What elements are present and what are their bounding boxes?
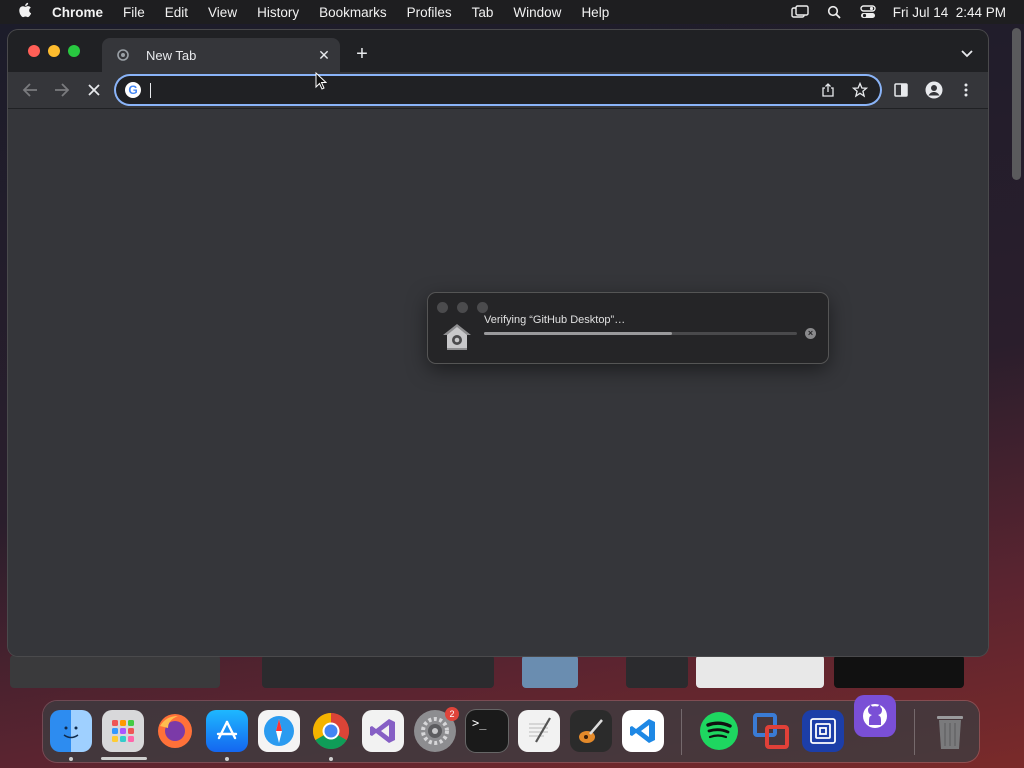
address-input[interactable]	[156, 81, 800, 101]
verification-progress-bar	[484, 332, 797, 335]
zoom-window-button[interactable]	[68, 45, 80, 57]
dialog-close-button	[437, 302, 448, 313]
background-window	[262, 655, 494, 688]
dock-parallels-icon[interactable]	[802, 710, 844, 752]
background-window	[696, 655, 824, 688]
progress-fill	[484, 332, 672, 335]
menu-bar: Chrome File Edit View History Bookmarks …	[0, 0, 1024, 24]
close-window-button[interactable]	[28, 45, 40, 57]
menu-bar-clock[interactable]: Fri Jul 14 2:44 PM	[893, 5, 1006, 20]
dock-separator	[681, 709, 682, 755]
dock-vscode-icon[interactable]	[622, 710, 664, 752]
dock-visual-studio-icon[interactable]	[362, 710, 404, 752]
address-bar[interactable]: G	[116, 76, 880, 104]
tab-search-chevron-icon[interactable]	[960, 46, 974, 58]
dock-garageband-icon[interactable]	[570, 710, 612, 752]
screen-mirroring-icon[interactable]	[791, 5, 809, 19]
background-window	[522, 655, 578, 688]
cancel-verification-icon[interactable]: ×	[805, 328, 816, 339]
dock-safari-icon[interactable]	[258, 710, 300, 752]
minimize-window-button[interactable]	[48, 45, 60, 57]
verification-dialog: Verifying “GitHub Desktop”… ×	[428, 293, 828, 363]
background-window	[834, 655, 964, 688]
tab-strip: New Tab ✕ +	[8, 30, 988, 72]
bookmark-star-icon[interactable]	[851, 81, 869, 98]
menu-history[interactable]: History	[257, 5, 299, 20]
menu-view[interactable]: View	[208, 5, 237, 20]
back-button[interactable]	[20, 80, 40, 100]
dialog-zoom-button	[477, 302, 488, 313]
menu-window[interactable]: Window	[513, 5, 561, 20]
menu-app-name[interactable]: Chrome	[52, 5, 103, 20]
running-indicator	[225, 757, 229, 761]
tab-new-tab[interactable]: New Tab ✕	[102, 38, 340, 72]
dock-chrome-icon[interactable]	[310, 710, 352, 752]
dock-separator	[914, 709, 915, 755]
text-caret	[150, 83, 151, 98]
desktop-scrollbar[interactable]	[1012, 28, 1021, 180]
dock-textedit-icon[interactable]	[518, 710, 560, 752]
background-window	[10, 655, 220, 688]
new-tab-button[interactable]: +	[352, 44, 372, 64]
dock: >_ 2	[43, 695, 979, 762]
dock-github-desktop-icon[interactable]	[854, 695, 896, 737]
spotlight-search-icon[interactable]	[825, 5, 843, 19]
coretypes-security-icon	[442, 323, 472, 351]
forward-button[interactable]	[52, 80, 72, 100]
control-center-icon[interactable]	[859, 5, 877, 19]
running-indicator	[329, 757, 333, 761]
dock-finder-icon[interactable]	[50, 710, 92, 752]
menu-profiles[interactable]: Profiles	[407, 5, 452, 20]
toolbar: G	[8, 72, 988, 109]
tab-close-icon[interactable]: ✕	[316, 47, 332, 63]
dock-launchpad-icon[interactable]	[102, 710, 144, 752]
share-icon[interactable]	[820, 82, 836, 98]
verification-message: Verifying “GitHub Desktop”…	[484, 314, 626, 326]
menu-bookmarks[interactable]: Bookmarks	[319, 5, 387, 20]
menu-file[interactable]: File	[123, 5, 145, 20]
background-window	[626, 655, 688, 688]
apple-menu-icon[interactable]	[18, 2, 34, 22]
launch-progress-indicator	[101, 757, 147, 760]
settings-notification-badge: 2	[445, 707, 459, 721]
side-panel-icon[interactable]	[891, 80, 911, 100]
dock-vmware-fusion-icon[interactable]	[750, 710, 792, 752]
running-indicator	[69, 757, 73, 761]
chrome-menu-icon[interactable]	[956, 80, 976, 100]
menu-edit[interactable]: Edit	[165, 5, 188, 20]
stop-loading-button[interactable]	[84, 80, 104, 100]
dock-firefox-icon[interactable]	[154, 710, 196, 752]
dock-trash-icon[interactable]	[929, 710, 971, 752]
google-icon: G	[125, 82, 141, 98]
dock-terminal-icon[interactable]: >_	[466, 710, 508, 752]
dock-app-store-icon[interactable]	[206, 710, 248, 752]
page-content	[8, 109, 988, 656]
mouse-pointer-icon	[315, 71, 328, 90]
menu-tab[interactable]: Tab	[472, 5, 494, 20]
dialog-minimize-button	[457, 302, 468, 313]
profile-avatar-icon[interactable]	[924, 80, 944, 100]
terminal-prompt-icon: >_	[472, 716, 487, 730]
dock-spotify-icon[interactable]	[698, 710, 740, 752]
tab-title: New Tab	[146, 47, 197, 63]
menu-help[interactable]: Help	[581, 5, 609, 20]
new-tab-favicon-icon	[116, 48, 130, 62]
